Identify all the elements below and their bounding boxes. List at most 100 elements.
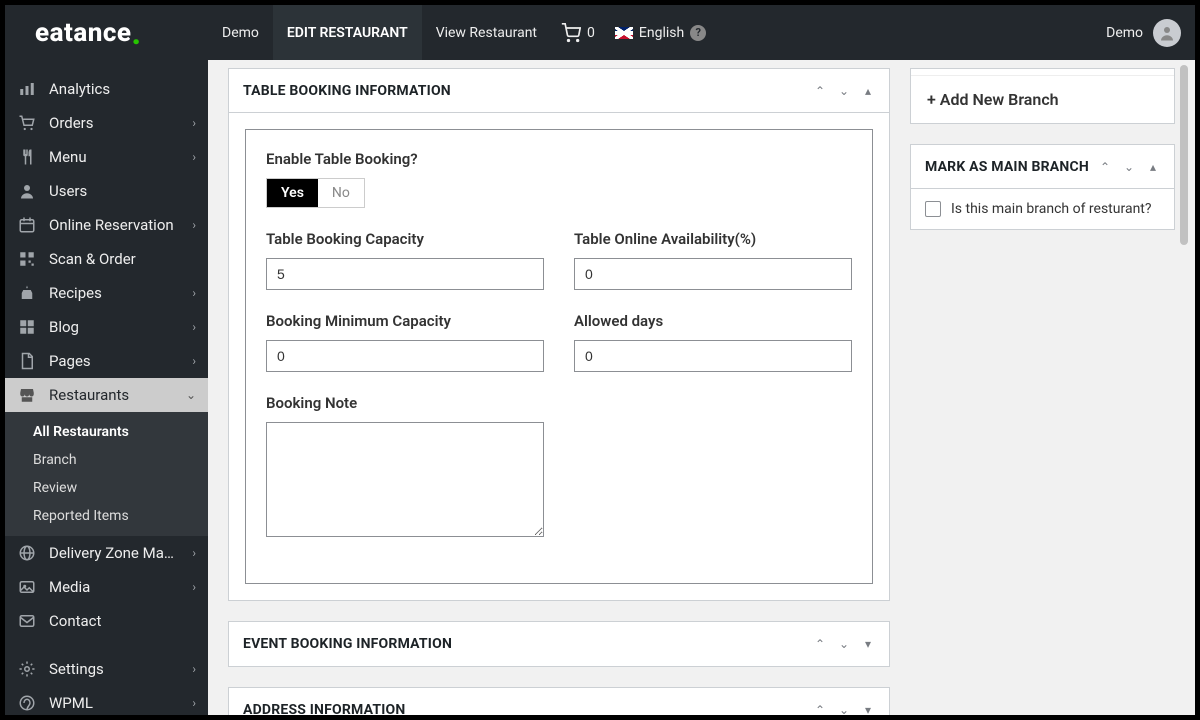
sidebar-sub-all-restaurants[interactable]: All Restaurants bbox=[5, 418, 208, 446]
main-branch-checkbox-row[interactable]: Is this main branch of resturant? bbox=[925, 201, 1160, 217]
sidebar-item-contact[interactable]: Contact bbox=[5, 604, 208, 638]
enable-booking-label: Enable Table Booking? bbox=[266, 150, 852, 168]
chevron-down-icon: ⌄ bbox=[186, 388, 196, 402]
sidebar-item-label: Analytics bbox=[49, 80, 196, 98]
panel-controls: ⌃ ⌄ ▴ bbox=[813, 84, 875, 98]
toggle-no[interactable]: No bbox=[318, 179, 364, 207]
booking-note-label: Booking Note bbox=[266, 394, 544, 412]
sidebar-sub-branch[interactable]: Branch bbox=[5, 446, 208, 474]
checkbox-icon[interactable] bbox=[925, 201, 941, 217]
min-capacity-input[interactable] bbox=[266, 340, 544, 372]
media-icon bbox=[17, 577, 37, 597]
sidebar-item-analytics[interactable]: Analytics bbox=[5, 72, 208, 106]
sidebar-item-settings[interactable]: Settings › bbox=[5, 652, 208, 686]
move-up-icon[interactable]: ⌃ bbox=[1098, 160, 1112, 174]
collapse-icon[interactable]: ▴ bbox=[1146, 160, 1160, 174]
toggle-yes[interactable]: Yes bbox=[267, 179, 318, 207]
qr-icon bbox=[17, 249, 37, 269]
gear-icon bbox=[17, 659, 37, 679]
sidebar-item-delivery-zone-manager[interactable]: Delivery Zone Manager› bbox=[5, 536, 208, 570]
sidebar-item-menu[interactable]: Menu› bbox=[5, 140, 208, 174]
sidebar-item-scan-order[interactable]: Scan & Order bbox=[5, 242, 208, 276]
sidebar-item-label: Blog bbox=[49, 318, 180, 336]
wpml-icon bbox=[17, 693, 37, 713]
expand-icon[interactable]: ▾ bbox=[861, 703, 875, 715]
sidebar-item-blog[interactable]: Blog› bbox=[5, 310, 208, 344]
booking-note-textarea[interactable] bbox=[266, 422, 544, 537]
scrollbar[interactable] bbox=[1178, 65, 1190, 710]
expand-icon[interactable]: ▾ bbox=[861, 637, 875, 651]
allowed-days-input[interactable] bbox=[574, 340, 852, 372]
sidebar-sub-reported[interactable]: Reported Items bbox=[5, 502, 208, 530]
brand-dot: . bbox=[131, 28, 141, 38]
topbar-user[interactable]: Demo bbox=[1106, 5, 1195, 60]
sidebar-item-online-reservation[interactable]: Online Reservation› bbox=[5, 208, 208, 242]
availability-label: Table Online Availability(%) bbox=[574, 230, 852, 248]
panel-head-main-branch[interactable]: MARK AS MAIN BRANCH ⌃ ⌄ ▴ bbox=[911, 145, 1174, 189]
panel-title: MARK AS MAIN BRANCH bbox=[925, 159, 1089, 175]
move-up-icon[interactable]: ⌃ bbox=[813, 637, 827, 651]
mail-icon bbox=[17, 611, 37, 631]
sidebar-item-orders[interactable]: Orders › bbox=[5, 106, 208, 140]
uk-flag-icon bbox=[615, 27, 633, 39]
grid-icon bbox=[17, 317, 37, 337]
sidebar-item-label: Users bbox=[49, 182, 196, 200]
min-capacity-label: Booking Minimum Capacity bbox=[266, 312, 544, 330]
move-up-icon[interactable]: ⌃ bbox=[813, 703, 827, 715]
panel-head-address[interactable]: ADDRESS INFORMATION ⌃⌄▾ bbox=[229, 688, 889, 715]
sidebar-item-label: Menu bbox=[49, 148, 180, 166]
store-icon bbox=[17, 385, 37, 405]
topnav-demo[interactable]: Demo bbox=[208, 5, 273, 60]
panel-head-table-booking[interactable]: TABLE BOOKING INFORMATION ⌃ ⌄ ▴ bbox=[229, 69, 889, 113]
topnav-language[interactable]: English ? bbox=[605, 5, 716, 60]
main-branch-check-label: Is this main branch of resturant? bbox=[951, 201, 1152, 217]
chevron-right-icon: › bbox=[192, 354, 196, 368]
chevron-right-icon: › bbox=[192, 116, 196, 130]
sidebar-item-wpml[interactable]: WPML› bbox=[5, 686, 208, 715]
sidebar-item-label: Contact bbox=[49, 612, 196, 630]
sidebar-item-users[interactable]: Users bbox=[5, 174, 208, 208]
chevron-right-icon: › bbox=[192, 662, 196, 676]
sidebar-item-label: Scan & Order bbox=[49, 250, 196, 268]
enable-booking-toggle: Yes No bbox=[266, 178, 365, 208]
sidebar-item-media[interactable]: Media › bbox=[5, 570, 208, 604]
calendar-icon bbox=[17, 215, 37, 235]
sidebar-item-label: WPML bbox=[49, 694, 180, 712]
help-icon: ? bbox=[690, 25, 706, 41]
sidebar-item-label: Recipes bbox=[49, 284, 180, 302]
sidebar-item-label: Orders bbox=[49, 114, 180, 132]
sidebar-item-recipes[interactable]: Recipes › bbox=[5, 276, 208, 310]
topnav-edit-restaurant[interactable]: EDIT RESTAURANT bbox=[273, 5, 422, 60]
sidebar-item-label: Media bbox=[49, 578, 180, 596]
panel-head-event-booking[interactable]: EVENT BOOKING INFORMATION ⌃ ⌄ ▾ bbox=[229, 622, 889, 666]
capacity-input[interactable] bbox=[266, 258, 544, 290]
sidebar: AnalyticsOrders›Menu›UsersOnline Reserva… bbox=[5, 60, 208, 715]
globe-icon bbox=[17, 543, 37, 563]
move-down-icon[interactable]: ⌄ bbox=[1122, 160, 1136, 174]
move-down-icon[interactable]: ⌄ bbox=[837, 703, 851, 715]
sidebar-item-pages[interactable]: Pages › bbox=[5, 344, 208, 378]
availability-input[interactable] bbox=[574, 258, 852, 290]
panel-title: EVENT BOOKING INFORMATION bbox=[243, 636, 452, 652]
move-down-icon[interactable]: ⌄ bbox=[837, 84, 851, 98]
topnav-cart[interactable]: 0 bbox=[551, 5, 605, 60]
sidebar-submenu: All Restaurants Branch Review Reported I… bbox=[5, 412, 208, 536]
brand-logo[interactable]: eatance. bbox=[5, 5, 208, 60]
sidebar-item-restaurants[interactable]: Restaurants ⌄ bbox=[5, 378, 208, 412]
scrollbar-thumb[interactable] bbox=[1180, 65, 1188, 245]
collapse-icon[interactable]: ▴ bbox=[861, 84, 875, 98]
move-up-icon[interactable]: ⌃ bbox=[813, 84, 827, 98]
chevron-right-icon: › bbox=[192, 286, 196, 300]
topnav-view-restaurant[interactable]: View Restaurant bbox=[422, 5, 551, 60]
sidebar-sub-review[interactable]: Review bbox=[5, 474, 208, 502]
topnav: Demo EDIT RESTAURANT View Restaurant 0 E… bbox=[208, 5, 716, 60]
sidebar-item-label: Restaurants bbox=[49, 386, 174, 404]
move-down-icon[interactable]: ⌄ bbox=[837, 637, 851, 651]
sidebar-item-label: Pages bbox=[49, 352, 180, 370]
user-name: Demo bbox=[1106, 25, 1143, 41]
cart-count: 0 bbox=[587, 25, 595, 41]
add-branch-button[interactable]: + Add New Branch bbox=[911, 75, 1174, 123]
sidebar-item-label: Settings bbox=[49, 660, 180, 678]
sidebar-item-label: Online Reservation bbox=[49, 216, 180, 234]
chevron-right-icon: › bbox=[192, 580, 196, 594]
